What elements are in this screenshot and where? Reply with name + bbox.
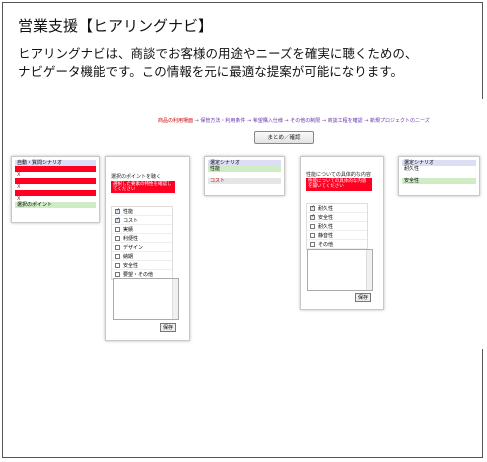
checkbox-label: 利便性 [123,235,139,242]
checkbox-label: デザイン [123,244,144,251]
app-screenshot: 商品の利用場面 → 保管方法・利用条件 → 希望購入仕様 → その他の制限 → … [8,99,484,349]
checkbox-label: 性能 [123,208,134,215]
flow-arrow: → [364,118,369,124]
panel-title: 性能についての具体的な内容 [306,172,371,178]
checkbox-item[interactable]: 利便性 [112,234,172,243]
scrollbar[interactable] [366,250,372,290]
checkbox[interactable] [115,253,120,259]
checkbox-item[interactable]: 性能 [112,207,172,216]
step-5[interactable]: 新規プロジェクトのニーズ [370,118,430,124]
step-2[interactable]: 希望購入仕様 [253,118,283,124]
flow-arrow: → [247,118,252,124]
checkbox-label: 安全性 [318,214,334,221]
checkbox[interactable] [310,232,315,238]
notes-textarea[interactable] [113,278,179,320]
slide-frame: 営業支援【ヒアリングナビ】 ヒアリングナビは、商談でお客様の用途やニーズを確実に… [2,2,484,458]
checkbox-label: 納期 [123,253,134,260]
scenario-panel: 自動・質問シナリオ X X X 選択のポイント [11,156,100,223]
checkbox[interactable] [115,207,120,214]
checkbox-item[interactable]: 静音性 [307,231,367,240]
slide-title: 営業支援【ヒアリングナビ】 [18,17,214,35]
checkbox-label: 要望・その他 [123,271,154,278]
checkbox[interactable] [115,216,120,223]
checkbox-item[interactable]: 耐久性 [307,204,367,213]
checkbox[interactable] [115,271,120,277]
selection-point-panel: 選択のポイントを聴く 選択した要素の特性を確認してください 性能 コスト 実績 … [105,156,190,341]
checkbox[interactable] [310,241,315,247]
step-4[interactable]: 商談工程を確認 [328,118,363,124]
checkbox-item[interactable]: 納期 [112,252,172,261]
scenario-result-panel: 選定シナリオ 性能 コスト [204,156,285,196]
scrollbar[interactable] [172,279,178,319]
checkbox-label: 耐久性 [318,223,334,230]
checkbox[interactable] [310,223,315,229]
performance-detail-panel: 性能についての具体的な内容 性能についての具体的な内容を聞いてください 耐久性 … [300,156,384,310]
result-footer[interactable]: コスト [208,178,281,184]
notes-textarea[interactable] [307,249,373,291]
flow-arrow: → [321,118,327,124]
checkbox[interactable] [115,226,120,232]
save-button[interactable]: 保存 [355,293,371,302]
step-flow: 商品の利用場面 → 保管方法・利用条件 → 希望購入仕様 → その他の制限 → … [158,117,430,124]
checkbox-item[interactable]: 耐久性 [307,222,367,231]
checkbox-label: 実績 [123,226,134,233]
checkbox-list: 耐久性 安全性 耐久性 静音性 その他 [306,203,368,250]
checkbox-item[interactable]: 安全性 [112,261,172,270]
scenario-result-panel: 選定シナリオ 耐久性 安全性 [398,156,480,196]
checkbox[interactable] [310,213,315,220]
checkbox-list: 性能 コスト 実績 利便性 デザイン 納期 安全性 要望・その他 [111,206,173,280]
checkbox-item[interactable]: デザイン [112,243,172,252]
checkbox-label: コスト [123,217,139,224]
checkbox[interactable] [115,262,120,268]
checkbox-item[interactable]: コスト [112,216,172,225]
checkbox-item[interactable]: 安全性 [307,213,367,222]
selection-point-row[interactable]: 選択のポイント [15,202,96,208]
summary-button[interactable]: まとめ／確認 [254,131,314,144]
description-line-1: ヒアリングナビは、商談でお客様の用途やニーズを確実に聴くための、 [18,46,418,61]
instruction-highlight: 選択した要素の特性を確認してください [111,181,175,193]
instruction-highlight: 性能についての具体的な内容を聞いてください [306,178,372,191]
checkbox-item[interactable]: 実績 [112,225,172,234]
save-button[interactable]: 保存 [160,323,176,332]
checkbox[interactable] [115,244,120,250]
checkbox-label: 静音性 [318,232,334,239]
panel-title: 選択のポイントを聴く [111,174,162,180]
step-3[interactable]: その他の制限 [290,118,320,124]
checkbox[interactable] [115,235,120,241]
flow-arrow: → [284,118,289,124]
checkbox-label: その他 [318,241,334,248]
checkbox[interactable] [310,204,315,211]
result-footer[interactable]: 安全性 [402,178,476,184]
checkbox-label: 耐久性 [318,205,334,212]
step-1[interactable]: 保管方法・利用条件 [200,118,245,124]
slide-description: ヒアリングナビは、商談でお客様の用途やニーズを確実に聴くための、 ナビゲータ機能… [18,45,417,81]
checkbox-label: 安全性 [123,262,139,269]
checkbox-item[interactable]: その他 [307,240,367,249]
flow-arrow: → [194,118,199,124]
step-active[interactable]: 商品の利用場面 [158,118,193,124]
description-line-2: ナビゲータ機能です。この情報を元に最適な提案が可能になります。 [18,64,404,79]
